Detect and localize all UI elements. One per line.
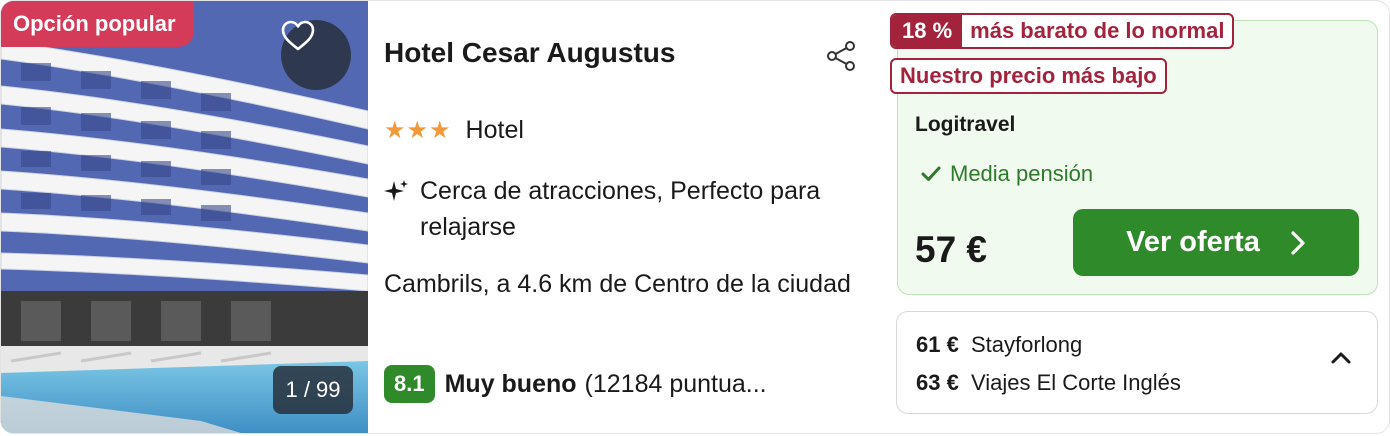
discount-label: más barato de lo normal — [970, 18, 1225, 43]
rating-summary[interactable]: 8.1 Muy bueno (12184 puntua... — [384, 365, 767, 403]
review-score-badge: 8.1 — [384, 365, 435, 403]
view-offer-label: Ver oferta — [1126, 226, 1260, 258]
hotel-features: Cerca de atracciones, Perfecto para rela… — [384, 173, 860, 245]
hotel-name[interactable]: Hotel Cesar Augustus — [384, 37, 675, 69]
sparkle-icon — [384, 180, 408, 201]
alt-provider: Viajes El Corte Inglés — [970, 370, 1181, 395]
alternative-prices[interactable]: 61 € Stayforlong 63 € Viajes El Corte In… — [896, 311, 1378, 414]
hotel-result-card[interactable]: Opción popular 1 / 99 Hotel Cesar August… — [0, 0, 1390, 434]
discount-tag: 18 % más barato de lo normal — [890, 13, 1235, 49]
view-offer-button[interactable]: Ver oferta — [1073, 209, 1359, 276]
photo-counter: 1 / 99 — [273, 366, 353, 414]
hotel-location: Cambrils, a 4.6 km de Centro de la ciuda… — [384, 270, 851, 298]
heart-icon — [281, 20, 315, 51]
hotel-type: Hotel — [465, 116, 524, 144]
alt-price: 63 € — [916, 370, 959, 395]
alt-price-row[interactable]: 63 € Viajes El Corte Inglés — [916, 370, 1181, 396]
features-text: Cerca de atracciones, Perfecto para rela… — [420, 177, 821, 241]
deal-price: 57 € — [915, 229, 988, 270]
hotel-category: ★★★ Hotel — [384, 116, 524, 145]
deal-provider: Logitravel — [915, 113, 1016, 136]
hotel-photo[interactable]: Opción popular 1 / 99 — [1, 1, 368, 433]
rating-label: Muy bueno — [444, 369, 577, 398]
popular-badge: Opción popular — [1, 1, 194, 47]
alt-price: 61 € — [916, 332, 959, 357]
board-type: Media pensión — [921, 161, 1093, 187]
star-rating-icon: ★★★ — [384, 117, 452, 144]
review-count: (12184 puntua... — [584, 369, 767, 398]
chevron-right-icon — [1291, 230, 1305, 255]
alt-price-row[interactable]: 61 € Stayforlong — [916, 332, 1082, 358]
check-icon — [921, 166, 941, 181]
alt-provider: Stayforlong — [970, 332, 1083, 357]
board-label: Media pensión — [950, 161, 1094, 186]
lowest-price-tag: Nuestro precio más bajo — [890, 58, 1167, 94]
hotel-info: Hotel Cesar Augustus ★★★ Hotel Cerca de … — [384, 1, 869, 433]
share-icon — [827, 41, 855, 71]
favorite-button[interactable] — [281, 20, 351, 90]
discount-percent: 18 % — [892, 15, 963, 47]
share-button[interactable] — [824, 39, 860, 75]
chevron-up-icon[interactable] — [1330, 350, 1352, 366]
